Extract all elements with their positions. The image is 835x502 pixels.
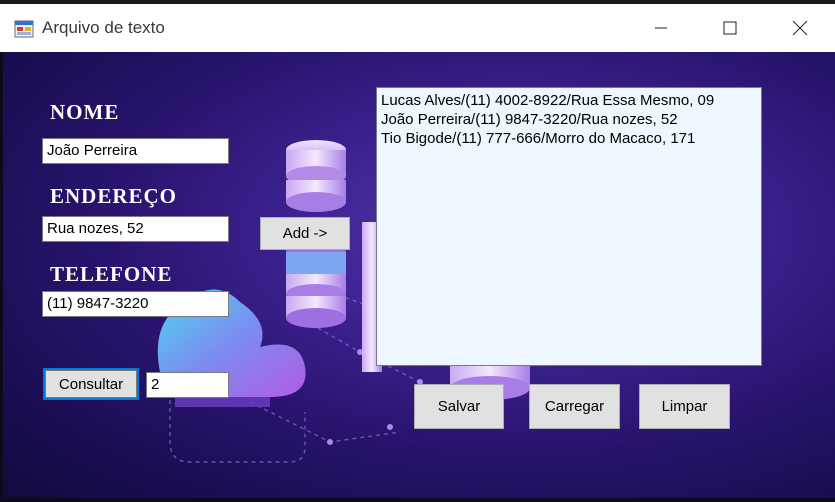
add-button[interactable]: Add ->: [260, 217, 350, 250]
nome-label: NOME: [50, 100, 120, 124]
window-title: Arquivo de texto: [42, 18, 165, 37]
minimize-button[interactable]: [631, 8, 691, 52]
window-edge-left: [0, 52, 3, 502]
title-bar[interactable]: Arquivo de texto: [0, 0, 835, 52]
app-window: Arquivo de texto NOME João Perreira ENDE…: [0, 0, 835, 502]
nome-input[interactable]: João Perreira: [42, 138, 229, 164]
endereco-input[interactable]: Rua nozes, 52: [42, 216, 229, 242]
records-listbox[interactable]: Lucas Alves/(11) 4002-8922/Rua Essa Mesm…: [376, 87, 762, 366]
form-client-area: NOME João Perreira ENDEREÇO Rua nozes, 5…: [0, 52, 835, 502]
list-item[interactable]: João Perreira/(11) 9847-3220/Rua nozes, …: [381, 110, 757, 129]
close-button[interactable]: [770, 8, 830, 52]
carregar-button[interactable]: Carregar: [529, 384, 620, 429]
endereco-label: ENDEREÇO: [50, 184, 178, 208]
maximize-icon: [723, 21, 737, 40]
telefone-input[interactable]: (11) 9847-3220: [42, 291, 229, 317]
minimize-icon: [654, 21, 668, 40]
consultar-button[interactable]: Consultar: [43, 368, 139, 400]
list-item[interactable]: Tio Bigode/(11) 777-666/Morro do Macaco,…: [381, 129, 757, 148]
telefone-label: TELEFONE: [50, 262, 173, 286]
window-edge-bottom: [0, 498, 835, 502]
close-icon: [792, 20, 808, 41]
maximize-button[interactable]: [700, 8, 760, 52]
limpar-button[interactable]: Limpar: [639, 384, 730, 429]
consultar-index-input[interactable]: 2: [146, 372, 229, 398]
list-item[interactable]: Lucas Alves/(11) 4002-8922/Rua Essa Mesm…: [381, 91, 757, 110]
salvar-button[interactable]: Salvar: [414, 384, 504, 429]
form-app-icon: [14, 19, 34, 39]
